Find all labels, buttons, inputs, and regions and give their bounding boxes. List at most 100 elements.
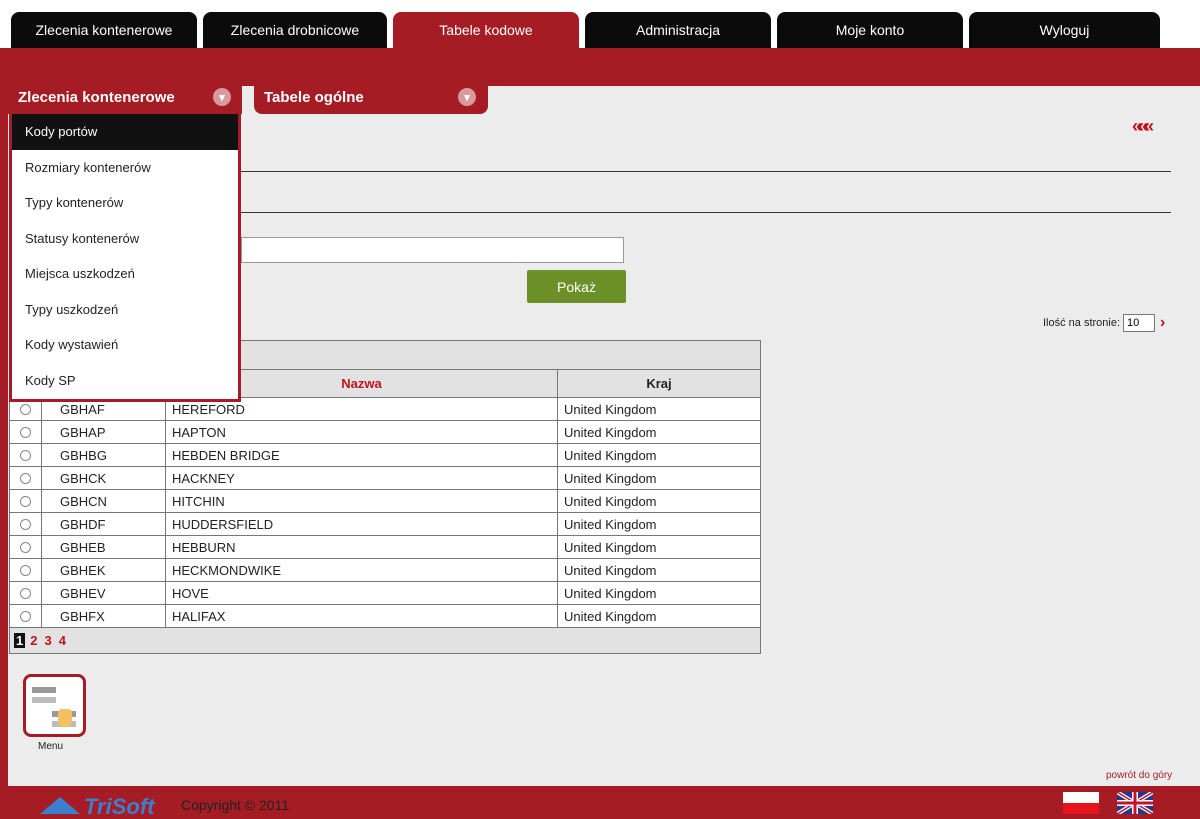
tab-administracja[interactable]: Administracja (585, 12, 771, 48)
row-radio[interactable] (20, 541, 31, 553)
port-code: GBHEB (42, 536, 166, 558)
back-arrow-icon[interactable]: ««« (1132, 116, 1154, 137)
port-name: HITCHIN (166, 490, 558, 512)
tab-zlecenia-drobnicowe[interactable]: Zlecenia drobnicowe (203, 12, 387, 48)
menu-label: Menu (38, 741, 64, 752)
port-code: GBHCN (42, 490, 166, 512)
row-radio[interactable] (20, 426, 31, 438)
chevron-down-icon: ▾ (213, 88, 231, 106)
per-page-input[interactable] (1123, 314, 1156, 332)
menu-item-typy-uszkodzen[interactable]: Typy uszkodzeń (12, 292, 238, 328)
port-country: United Kingdom (564, 585, 657, 601)
page-link[interactable]: 2 (28, 633, 39, 648)
port-name: HAPTON (166, 421, 558, 443)
port-name: HUDDERSFIELD (166, 513, 558, 535)
port-code: GBHBG (42, 444, 166, 466)
menu-item-kody-portow[interactable]: Kody portów (12, 114, 238, 150)
tab-zlecenia-kontenerowe[interactable]: Zlecenia kontenerowe (11, 12, 197, 48)
divider (241, 212, 1171, 213)
row-select-cell (10, 582, 42, 604)
row-select-cell (10, 490, 42, 512)
row-select-cell (10, 536, 42, 558)
menu-item-rozmiary-kontenerow[interactable]: Rozmiary kontenerów (12, 150, 238, 186)
pagination: 1 2 3 4 (10, 628, 760, 653)
trisoft-logo-icon (40, 797, 80, 814)
subtab-label: Tabele ogólne (264, 88, 364, 106)
copyright-text: Copyright © 2011 (181, 797, 290, 813)
table-row[interactable]: GBHFX HALIFAX United Kingdom (10, 605, 760, 628)
table-row[interactable]: GBHEV HOVE United Kingdom (10, 582, 760, 605)
row-select-cell (10, 421, 42, 443)
row-select-cell (10, 444, 42, 466)
port-code: GBHAP (42, 421, 166, 443)
port-country: United Kingdom (564, 470, 657, 486)
port-country: United Kingdom (564, 516, 657, 532)
table-row[interactable]: GBHEK HECKMONDWIKE United Kingdom (10, 559, 760, 582)
port-name: HALIFAX (166, 605, 558, 627)
port-country: United Kingdom (564, 447, 657, 463)
port-name: HECKMONDWIKE (166, 559, 558, 581)
port-code: GBHFX (42, 605, 166, 627)
menu-item-statusy-kontenerow[interactable]: Statusy kontenerów (12, 221, 238, 257)
page-link[interactable]: 4 (57, 633, 68, 648)
row-radio[interactable] (20, 449, 31, 461)
back-to-top-link[interactable]: powrót do góry (1106, 770, 1172, 781)
flag-uk-icon[interactable] (1117, 792, 1153, 814)
page-link[interactable]: 1 (14, 633, 26, 648)
tab-moje-konto[interactable]: Moje konto (777, 12, 963, 48)
chevron-down-icon: ▾ (458, 88, 476, 106)
port-code: GBHDF (42, 513, 166, 535)
row-select-cell (10, 559, 42, 581)
row-radio[interactable] (20, 564, 31, 576)
port-country: United Kingdom (564, 401, 657, 417)
table-row[interactable]: GBHBG HEBDEN BRIDGE United Kingdom (10, 444, 760, 467)
port-name: HEBDEN BRIDGE (166, 444, 558, 466)
tab-tabele-kodowe[interactable]: Tabele kodowe (393, 12, 579, 48)
port-name: HACKNEY (166, 467, 558, 489)
row-radio[interactable] (20, 472, 31, 484)
search-input[interactable] (241, 237, 624, 263)
row-select-cell (10, 513, 42, 535)
port-country: United Kingdom (564, 493, 657, 509)
menu-item-kody-sp[interactable]: Kody SP (12, 363, 238, 399)
dropdown-menu: Kody portów Rozmiary kontenerów Typy kon… (9, 114, 241, 402)
divider (241, 171, 1171, 172)
tab-wyloguj[interactable]: Wyloguj (969, 12, 1160, 48)
port-country: United Kingdom (564, 424, 657, 440)
row-radio[interactable] (20, 518, 31, 530)
table-row[interactable]: GBHDF HUDDERSFIELD United Kingdom (10, 513, 760, 536)
header-kraj[interactable]: Kraj (558, 370, 760, 397)
menu-item-miejsca-uszkodzen[interactable]: Miejsca uszkodzeń (12, 256, 238, 292)
page-link[interactable]: 3 (42, 633, 53, 648)
port-country: United Kingdom (564, 608, 657, 624)
table-row[interactable]: GBHAP HAPTON United Kingdom (10, 421, 760, 444)
subtab-tabele-ogolne[interactable]: Tabele ogólne ▾ (254, 80, 488, 114)
port-country: United Kingdom (564, 562, 657, 578)
table-row[interactable]: GBHCK HACKNEY United Kingdom (10, 467, 760, 490)
show-button[interactable]: Pokaż (527, 270, 626, 303)
port-code: GBHCK (42, 467, 166, 489)
table-row[interactable]: GBHEB HEBBURN United Kingdom (10, 536, 760, 559)
row-radio[interactable] (20, 610, 31, 622)
subtab-label: Zlecenia kontenerowe (18, 88, 175, 106)
row-radio[interactable] (20, 495, 31, 507)
row-select-cell (10, 605, 42, 627)
port-name: HEBBURN (166, 536, 558, 558)
table-row[interactable]: GBHCN HITCHIN United Kingdom (10, 490, 760, 513)
menu-cards-icon[interactable] (23, 674, 86, 737)
row-select-cell (10, 467, 42, 489)
per-page-label: Ilość na stronie: (1043, 317, 1121, 329)
flag-pl-icon[interactable] (1063, 792, 1099, 814)
row-radio[interactable] (20, 587, 31, 599)
subtab-zlecenia-kontenerowe[interactable]: Zlecenia kontenerowe ▾ (8, 80, 242, 114)
menu-item-kody-wystawien[interactable]: Kody wystawień (12, 327, 238, 363)
row-radio[interactable] (20, 403, 31, 415)
port-code: GBHEV (42, 582, 166, 604)
trisoft-logo-text: TriSoft (84, 794, 155, 819)
menu-item-typy-kontenerow[interactable]: Typy kontenerów (12, 185, 238, 221)
next-page-icon[interactable]: › (1160, 314, 1165, 332)
port-code: GBHEK (42, 559, 166, 581)
port-name: HOVE (166, 582, 558, 604)
port-country: United Kingdom (564, 539, 657, 555)
per-page-control: Ilość na stronie: › (1043, 314, 1165, 332)
